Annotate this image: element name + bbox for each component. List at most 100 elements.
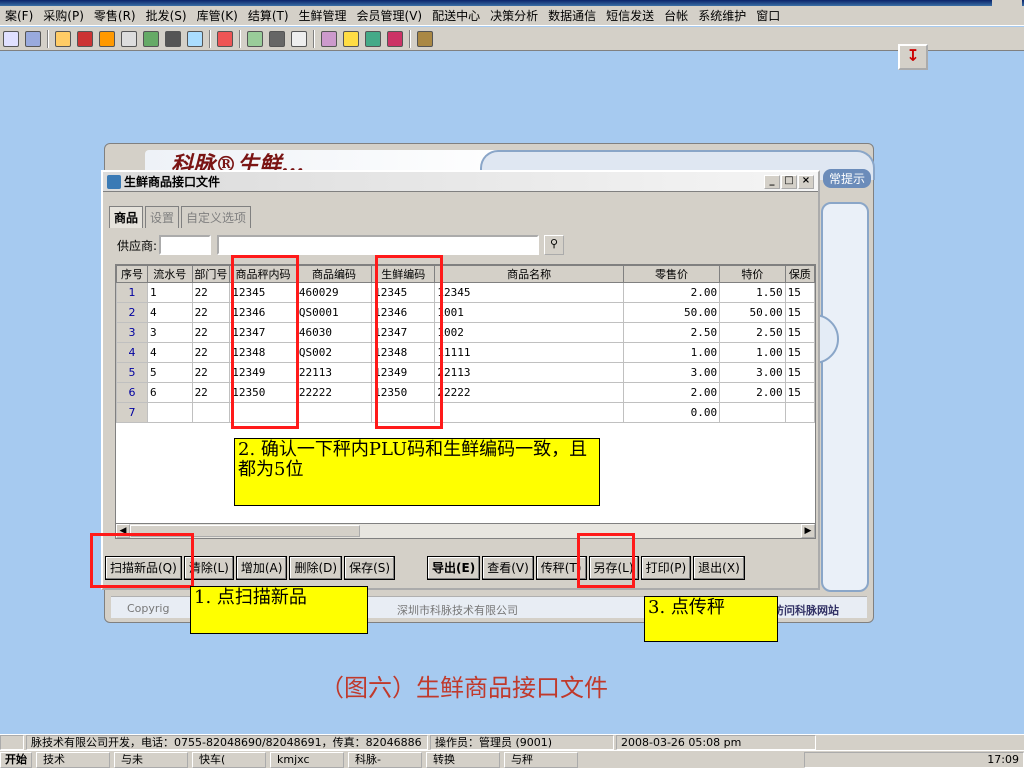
col-header-dept[interactable]: 部门号 — [191, 265, 231, 283]
cell-item-code[interactable]: 22113 — [295, 362, 373, 383]
cell-special-price[interactable]: 1.00 — [719, 342, 786, 363]
notice-label[interactable]: 常提示 — [822, 169, 871, 188]
taskbar-item[interactable]: 与未 — [114, 751, 188, 768]
cell-item-code[interactable]: 460029 — [295, 282, 373, 303]
search-icon[interactable]: ⚲ — [544, 235, 565, 255]
check-doc-icon[interactable] — [77, 30, 93, 47]
cell-serial[interactable]: 4 — [147, 342, 193, 363]
exit-door-icon[interactable] — [417, 30, 433, 47]
cell-special-price[interactable]: 1.50 — [719, 282, 786, 303]
menu-datacomm[interactable]: 数据通信 — [543, 7, 601, 24]
add-button[interactable]: 增加(A) — [235, 556, 288, 580]
globe-icon[interactable] — [365, 30, 381, 47]
scroll-right-icon[interactable]: ▶ — [801, 524, 815, 538]
cell-retail-price[interactable]: 50.00 — [622, 302, 721, 323]
cell-special-price[interactable] — [719, 402, 786, 423]
cell-item-name[interactable]: 1002 — [434, 322, 624, 343]
menu-ledger[interactable]: 台帐 — [659, 7, 693, 24]
cell-special-price[interactable]: 2.00 — [719, 382, 786, 403]
cell-item-name[interactable]: 12345 — [434, 282, 624, 303]
cell-shelf-life[interactable]: 15 — [784, 382, 815, 403]
menu-fresh[interactable]: 生鲜管理 — [294, 7, 352, 24]
cell-special-price[interactable]: 50.00 — [719, 302, 786, 323]
table-row[interactable]: 7 0.00 — [116, 402, 815, 423]
cell-item-code[interactable]: QS002 — [295, 342, 373, 363]
menu-wholesale[interactable]: 批发(S) — [141, 7, 192, 24]
delete-button[interactable]: 删除(D) — [289, 556, 343, 580]
export-button[interactable]: 导出(E) — [427, 556, 481, 580]
cell-dept[interactable]: 22 — [191, 322, 231, 343]
cell-serial[interactable]: 6 — [147, 382, 193, 403]
menu-maintenance[interactable]: 系统维护 — [693, 7, 751, 24]
menu-member[interactable]: 会员管理(V) — [352, 7, 428, 24]
table-row[interactable]: 6 6 22 12350 22222 12350 22222 2.00 2.00 15 — [116, 382, 815, 403]
cell-special-price[interactable]: 2.50 — [719, 322, 786, 343]
print-icon[interactable] — [187, 30, 203, 47]
horizontal-scrollbar[interactable]: ◀ ▶ — [115, 523, 816, 539]
clipboard-icon[interactable] — [55, 30, 71, 47]
cell-item-code[interactable]: 46030 — [295, 322, 373, 343]
cell-serial[interactable]: 5 — [147, 362, 193, 383]
menu-retail[interactable]: 零售(R) — [89, 7, 141, 24]
cell-shelf-life[interactable]: 15 — [784, 342, 815, 363]
cell-shelf-life[interactable]: 15 — [784, 362, 815, 383]
exit-button[interactable]: 退出(X) — [693, 556, 745, 580]
menu-inventory[interactable]: 库管(K) — [192, 7, 243, 24]
col-header-special-price[interactable]: 特价 — [719, 265, 786, 283]
cell-item-name[interactable]: 11111 — [434, 342, 624, 363]
cell-serial[interactable] — [147, 402, 193, 423]
menu-file[interactable]: 案(F) — [0, 7, 38, 24]
cell-item-code[interactable] — [295, 402, 373, 423]
users-icon[interactable] — [321, 30, 337, 47]
dialog-title-bar[interactable]: 生鲜商品接口文件 _ □ × — [103, 172, 818, 192]
key-icon[interactable] — [269, 30, 285, 47]
print-button[interactable]: 打印(P) — [640, 556, 692, 580]
minimize-icon[interactable]: _ — [764, 174, 780, 189]
taskbar-item[interactable]: 快车( — [192, 751, 266, 768]
cell-dept[interactable]: 22 — [191, 302, 231, 323]
cell-dept[interactable]: 22 — [191, 282, 231, 303]
flag-icon[interactable] — [217, 30, 233, 47]
menu-analysis[interactable]: 决策分析 — [485, 7, 543, 24]
start-button[interactable]: 开始 — [0, 751, 32, 768]
tab-custom-options[interactable]: 自定义选项 — [181, 206, 252, 228]
cell-item-name[interactable] — [434, 402, 624, 423]
cell-item-name[interactable]: 22113 — [434, 362, 624, 383]
cell-serial[interactable]: 1 — [147, 282, 193, 303]
taskbar-item[interactable]: kmjxc — [270, 751, 344, 768]
menu-purchase[interactable]: 采购(P) — [38, 7, 89, 24]
cell-dept[interactable]: 22 — [191, 362, 231, 383]
cell-special-price[interactable]: 3.00 — [719, 362, 786, 383]
cell-dept[interactable]: 22 — [191, 342, 231, 363]
tab-settings[interactable]: 设置 — [145, 206, 180, 228]
collapse-down-icon[interactable]: ↧ — [898, 44, 928, 70]
cell-retail-price[interactable]: 1.00 — [622, 342, 721, 363]
col-header-retail-price[interactable]: 零售价 — [622, 265, 721, 283]
menu-window[interactable]: 窗口 — [751, 7, 785, 24]
barcode-icon[interactable] — [165, 30, 181, 47]
col-header-shelf-life[interactable]: 保质 — [784, 265, 815, 283]
supplier-name-input[interactable] — [217, 235, 540, 255]
close-icon[interactable]: × — [798, 174, 814, 189]
cell-shelf-life[interactable]: 15 — [784, 282, 815, 303]
cell-item-code[interactable]: QS0001 — [295, 302, 373, 323]
col-header-item-name[interactable]: 商品名称 — [434, 265, 624, 283]
form-icon[interactable] — [121, 30, 137, 47]
table-row[interactable]: 3 3 22 12347 46030 12347 1002 2.50 2.50 15 — [116, 322, 815, 343]
cell-dept[interactable]: 22 — [191, 382, 231, 403]
doc-icon[interactable] — [3, 30, 19, 47]
cell-serial[interactable]: 4 — [147, 302, 193, 323]
cell-retail-price[interactable]: 0.00 — [622, 402, 721, 423]
cell-shelf-life[interactable] — [784, 402, 815, 423]
cell-retail-price[interactable]: 2.50 — [622, 322, 721, 343]
calendar-icon[interactable] — [291, 30, 307, 47]
cell-item-name[interactable]: 22222 — [434, 382, 624, 403]
table-row[interactable]: 5 5 22 12349 22113 12349 22113 3.00 3.00 15 — [116, 362, 815, 383]
cell-retail-price[interactable]: 2.00 — [622, 282, 721, 303]
taskbar-item[interactable]: 转换 — [426, 751, 500, 768]
view-button[interactable]: 查看(V) — [482, 556, 534, 580]
save-button[interactable]: 保存(S) — [344, 556, 396, 580]
cell-serial[interactable]: 3 — [147, 322, 193, 343]
table-row[interactable]: 4 4 22 12348 QS002 12348 11111 1.00 1.00 15 — [116, 342, 815, 363]
tools-icon[interactable] — [99, 30, 115, 47]
